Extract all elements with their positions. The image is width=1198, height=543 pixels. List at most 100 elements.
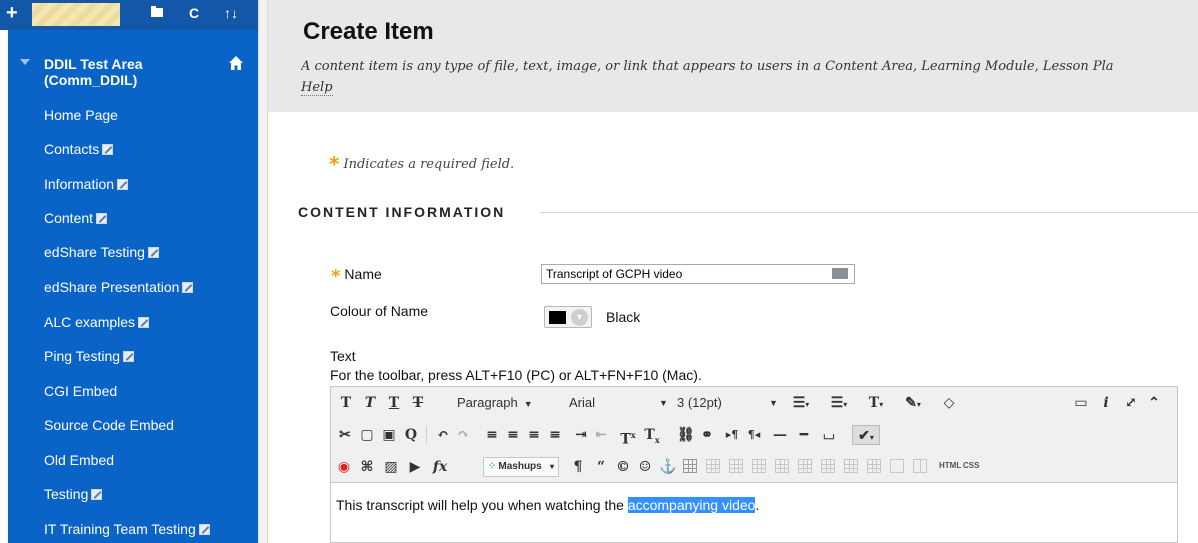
underline-icon[interactable]: T — [387, 393, 401, 413]
italic-icon[interactable]: T — [363, 393, 377, 413]
nonbreaking-space-icon[interactable]: ⌴ — [821, 425, 837, 445]
text-color-icon[interactable]: T▾ — [862, 393, 890, 413]
superscript-icon[interactable]: Tx — [619, 425, 637, 448]
table-row-properties-icon[interactable] — [706, 459, 720, 473]
mashups-icon: ⁘ — [488, 461, 497, 472]
blockquote-icon[interactable]: “ — [593, 457, 609, 477]
numbered-list-icon[interactable]: ☰▾ — [825, 393, 853, 413]
sidebar-item-edshare-presentation[interactable]: edShare Presentation — [44, 278, 194, 296]
spellcheck-icon[interactable]: ✔▾ — [852, 425, 880, 445]
colour-value: Black — [606, 309, 641, 325]
insert-image-icon[interactable]: ▨ — [383, 457, 399, 477]
emoticon-icon[interactable]: ☺ — [637, 457, 653, 477]
sidebar-item-information[interactable]: Information — [44, 175, 129, 193]
colour-label: Colour of Name — [330, 303, 429, 319]
sidebar-item-old-embed[interactable]: Old Embed — [44, 451, 114, 469]
insert-column-after-icon[interactable] — [844, 459, 858, 473]
sidebar-item-testing[interactable]: Testing — [44, 485, 103, 503]
sidebar-item-contacts[interactable]: Contacts — [44, 140, 114, 158]
course-title[interactable]: DDIL Test Area (Comm_DDIL) — [44, 56, 214, 88]
table-cell-properties-icon[interactable] — [729, 459, 743, 473]
menu-resize-handle[interactable] — [258, 0, 268, 543]
sidebar-item-edshare-testing[interactable]: edShare Testing — [44, 243, 159, 261]
info-icon[interactable]: i — [1099, 393, 1113, 413]
course-title-row[interactable]: DDIL Test Area (Comm_DDIL) — [8, 56, 258, 96]
paragraph-format-select[interactable]: Paragraph ▼ — [457, 393, 533, 413]
insert-table-icon[interactable] — [683, 459, 697, 473]
delete-row-icon[interactable] — [798, 459, 812, 473]
collapse-caret-icon[interactable] — [20, 59, 30, 65]
home-icon[interactable] — [228, 55, 244, 71]
keyboard-icon[interactable] — [832, 268, 848, 279]
indent-icon[interactable]: ⇥ — [573, 425, 589, 445]
bold-icon[interactable]: T — [339, 393, 353, 413]
link-icon[interactable]: ⛓ — [677, 425, 695, 445]
unlink-icon[interactable]: ⚭ — [699, 425, 715, 445]
chevron-down-icon[interactable]: ▾ — [571, 309, 588, 326]
font-family-select[interactable]: Arial ▼ — [569, 393, 669, 413]
font-size-select[interactable]: 3 (12pt) ▼ — [677, 393, 778, 413]
mashups-dropdown[interactable]: ⁘ Mashups ▾ — [483, 457, 559, 477]
name-field[interactable]: Transcript of GCPH video — [541, 264, 855, 284]
insert-media-icon[interactable]: ▶ — [407, 457, 423, 477]
highlight-icon[interactable]: ✎▾ — [899, 393, 927, 413]
toolbar-separator — [426, 426, 427, 444]
preview-icon[interactable]: ▭ — [1073, 393, 1089, 413]
find-icon[interactable]: Q — [403, 425, 419, 445]
colour-swatch[interactable] — [549, 311, 566, 324]
sidebar-item-content[interactable]: Content — [44, 209, 108, 227]
outdent-icon[interactable]: ⇤ — [593, 425, 609, 445]
help-link[interactable]: Help — [301, 80, 333, 96]
bullet-list-icon[interactable]: ☰▾ — [787, 393, 815, 413]
paste-icon[interactable]: ▣ — [381, 425, 397, 445]
insert-column-before-icon[interactable] — [821, 459, 835, 473]
html-source-button[interactable]: HTML — [939, 461, 961, 470]
folder-view-icon[interactable] — [150, 4, 164, 22]
redo-icon[interactable]: ↷ — [455, 425, 471, 445]
anchor-icon[interactable]: ⚓ — [659, 457, 676, 477]
sidebar-item-source-code-embed[interactable]: Source Code Embed — [44, 416, 174, 434]
fullscreen-icon[interactable]: ⤢ — [1123, 393, 1139, 413]
sidebar-item-home-page[interactable]: Home Page — [44, 106, 118, 124]
copy-icon[interactable]: ▢ — [359, 425, 375, 445]
eraser-icon[interactable]: ◇ — [941, 393, 957, 413]
menu-drag-area — [32, 3, 120, 26]
horizontal-line-icon[interactable]: ━ — [795, 425, 813, 445]
strikethrough-icon[interactable]: T — [411, 393, 425, 413]
colour-picker[interactable]: ▾ — [544, 306, 592, 328]
align-left-icon[interactable]: ≡ — [484, 425, 500, 445]
undo-icon[interactable]: ↶ — [435, 425, 451, 445]
split-cells-icon[interactable] — [890, 459, 904, 473]
youtube-icon[interactable]: ◉ — [335, 457, 353, 477]
align-right-icon[interactable]: ≡ — [526, 425, 542, 445]
sidebar-item-it-training-team-testing[interactable]: IT Training Team Testing — [44, 520, 210, 538]
merge-cells-icon[interactable] — [913, 459, 927, 473]
course-nav: DDIL Test Area (Comm_DDIL) Home Page Con… — [8, 30, 258, 543]
collapse-toolbar-icon[interactable]: ⌃ — [1146, 393, 1162, 413]
math-formula-icon[interactable]: fx — [431, 457, 449, 477]
align-justify-icon[interactable]: ≡ — [547, 425, 563, 445]
cut-icon[interactable]: ✂ — [337, 425, 353, 445]
sort-icon[interactable]: ↑↓ — [224, 4, 238, 22]
insert-row-before-icon[interactable] — [752, 459, 766, 473]
css-button[interactable]: CSS — [963, 461, 979, 470]
horizontal-rule-icon[interactable]: — — [771, 425, 789, 445]
rtl-icon[interactable]: ¶◂ — [746, 425, 762, 445]
ltr-icon[interactable]: ▸¶ — [724, 425, 740, 445]
special-character-icon[interactable]: © — [615, 457, 631, 477]
paragraph-mark-icon[interactable]: ¶ — [571, 457, 585, 477]
delete-column-icon[interactable] — [867, 459, 881, 473]
align-center-icon[interactable]: ≡ — [505, 425, 521, 445]
attachment-icon[interactable]: ⌘ — [359, 457, 375, 477]
text-editor[interactable]: T T T T Paragraph ▼ Arial ▼ 3 (12pt) ▼ ☰▾ ☰… — [330, 386, 1178, 543]
sidebar-item-ping-testing[interactable]: Ping Testing — [44, 347, 135, 365]
hidden-badge-icon — [117, 179, 129, 190]
selected-text[interactable]: accompanying video — [627, 497, 756, 513]
editor-content[interactable]: This transcript will help you when watch… — [336, 497, 759, 513]
add-menu-item-icon[interactable]: + — [6, 3, 18, 23]
sidebar-item-cgi-embed[interactable]: CGI Embed — [44, 382, 117, 400]
sidebar-item-alc-examples[interactable]: ALC examples — [44, 313, 150, 331]
insert-row-after-icon[interactable] — [775, 459, 789, 473]
subscript-icon[interactable]: Tx — [643, 425, 661, 445]
refresh-icon[interactable]: C — [189, 4, 199, 22]
